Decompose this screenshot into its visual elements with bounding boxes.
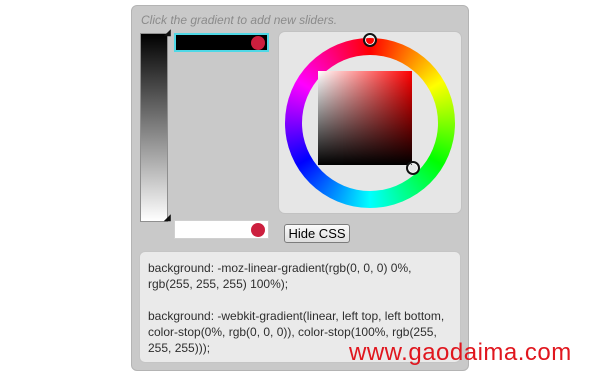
stop-marker-top-icon[interactable]	[163, 29, 175, 40]
saturation-value-handle[interactable]	[406, 161, 420, 175]
delete-stop-icon[interactable]	[251, 223, 265, 237]
watermark-text: www.gaodaima.com	[349, 339, 572, 366]
gradient-preview-bar[interactable]	[140, 33, 168, 222]
css-moz-rule: background: -moz-linear-gradient(rgb(0, …	[148, 261, 412, 291]
color-picker	[278, 31, 462, 214]
color-stop-slider-white[interactable]	[174, 220, 269, 239]
saturation-value-square[interactable]	[318, 71, 412, 165]
hue-handle[interactable]	[363, 33, 377, 47]
hide-css-button[interactable]: Hide CSS	[284, 224, 350, 243]
hint-text: Click the gradient to add new sliders.	[141, 13, 338, 27]
gradient-editor-panel: Click the gradient to add new sliders. H…	[131, 5, 469, 371]
delete-stop-icon[interactable]	[251, 36, 265, 50]
color-stop-slider-black[interactable]	[174, 33, 269, 52]
